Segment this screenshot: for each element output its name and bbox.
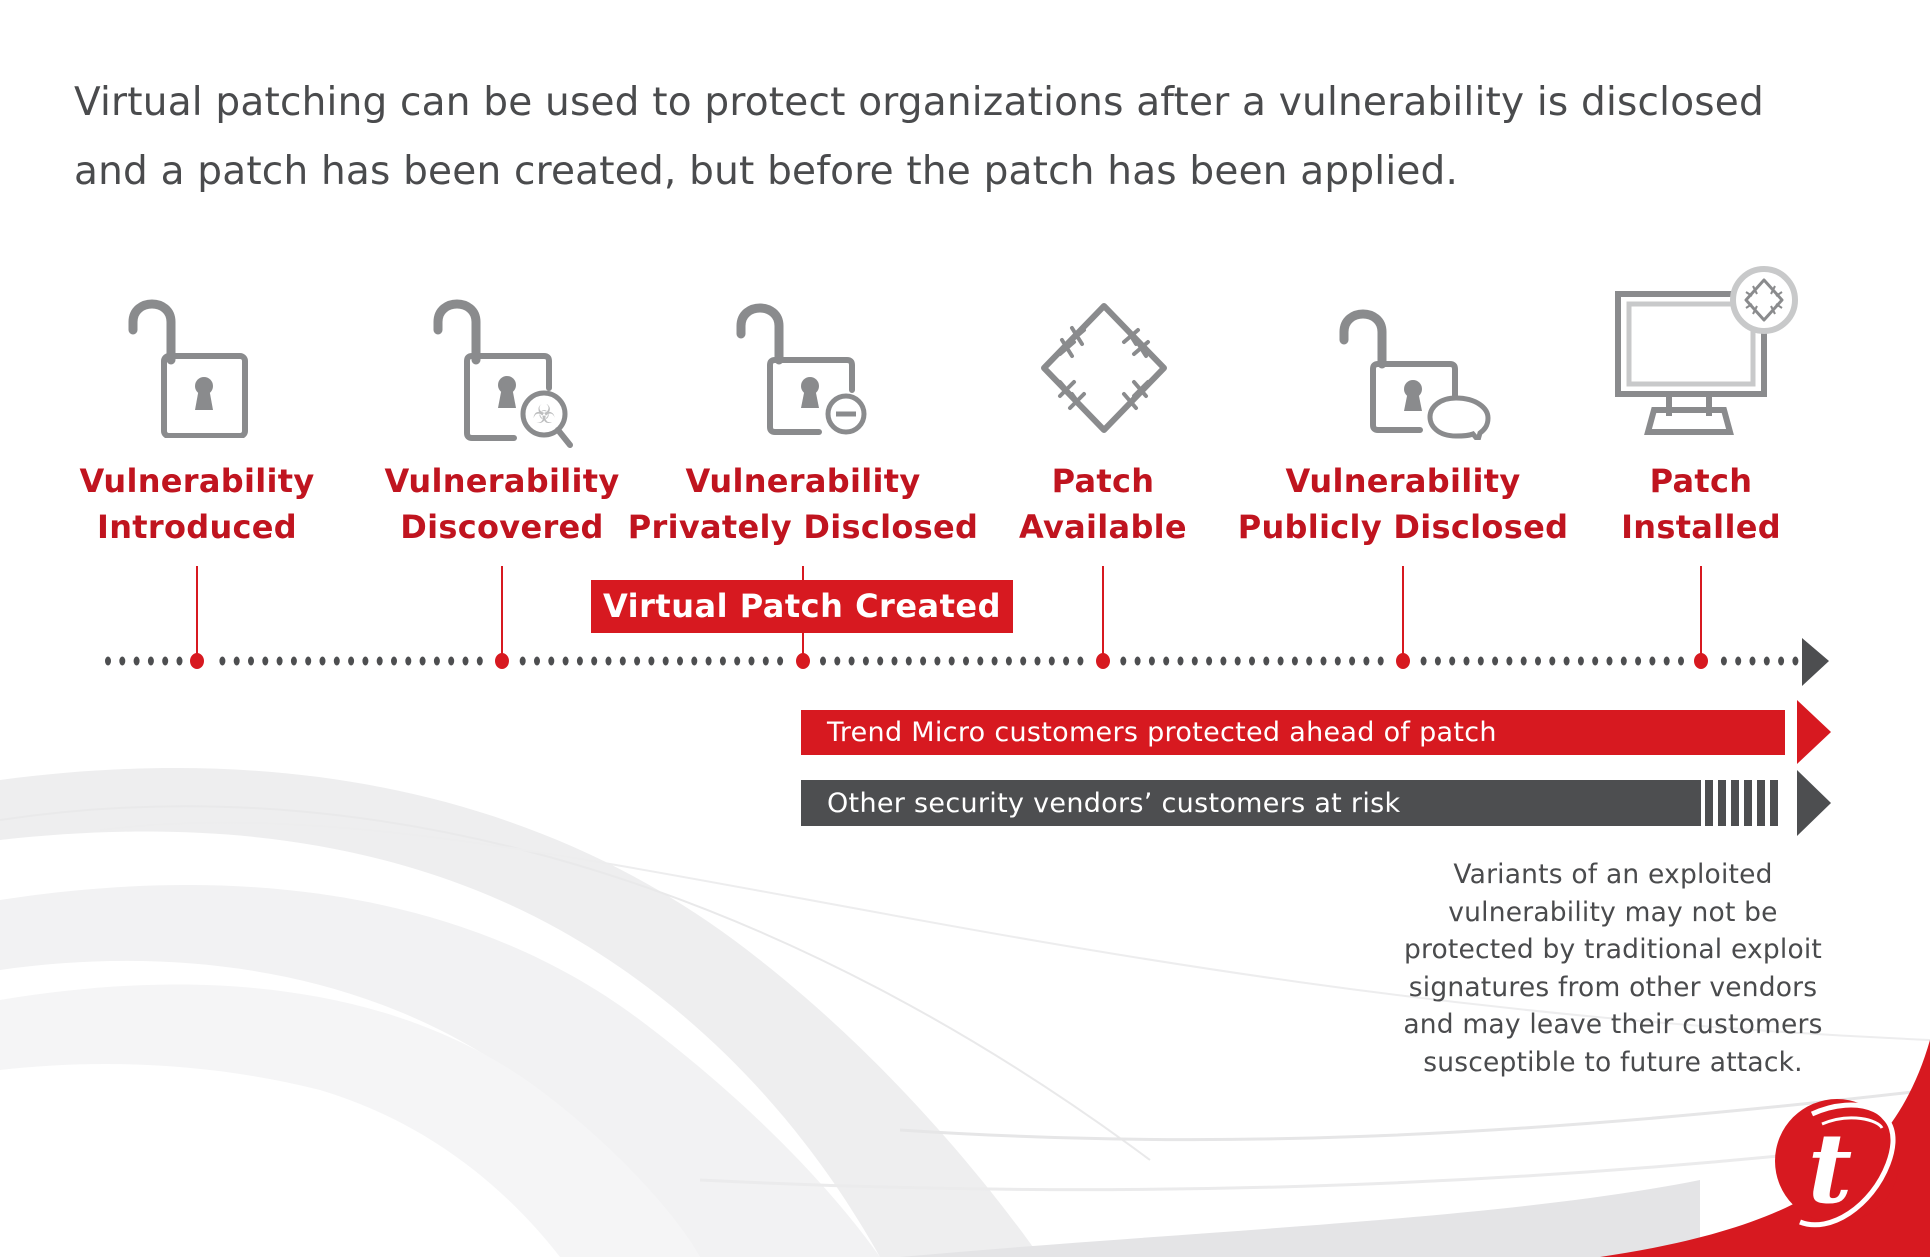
milestone-stem bbox=[1102, 566, 1104, 661]
milestone-stem bbox=[1700, 566, 1702, 661]
variants-note: Variants of an exploited vulnerability m… bbox=[1378, 856, 1848, 1081]
note-line: Variants of an exploited bbox=[1453, 859, 1773, 890]
virtual-patch-created-badge: Virtual Patch Created bbox=[591, 580, 1013, 633]
milestone-label-patch-installed: Patch Installed bbox=[1521, 458, 1881, 550]
monitor-patch-icon bbox=[1615, 266, 1798, 435]
svg-text:t: t bbox=[1808, 1112, 1852, 1225]
padlock-minus-icon bbox=[736, 303, 867, 435]
milestone-stem bbox=[1402, 566, 1404, 661]
note-line: protected by traditional exploit bbox=[1403, 934, 1823, 965]
intro-heading: Virtual patching can be used to protect … bbox=[74, 68, 1854, 206]
note-line: signatures from other vendors bbox=[1408, 971, 1818, 1003]
milestone-stem bbox=[501, 566, 503, 661]
padlock-speech-bubble-icon bbox=[1339, 309, 1491, 440]
milestone-label-line: Installed bbox=[1621, 508, 1781, 546]
svg-text:☣: ☣ bbox=[532, 400, 555, 430]
unlocked-padlock-icon bbox=[128, 299, 248, 438]
trend-micro-logo: t bbox=[1775, 1099, 1899, 1228]
padlock-biohazard-magnifier-icon: ☣ bbox=[433, 299, 573, 448]
note-line: vulnerability may not be bbox=[1448, 896, 1778, 928]
intro-heading-line: and a patch has been created, but before… bbox=[74, 149, 1459, 194]
milestone-label-line: Patch bbox=[1649, 462, 1753, 500]
milestone-stem bbox=[196, 566, 198, 661]
note-line: susceptible to future attack. bbox=[1423, 1046, 1803, 1078]
patch-bandage-icon bbox=[1041, 303, 1167, 433]
note-line: and may leave their customers bbox=[1403, 1009, 1823, 1040]
others-at-risk-label: Other security vendors’ customers at ris… bbox=[827, 788, 1401, 819]
intro-heading-line: Virtual patching can be used to protect … bbox=[74, 80, 1764, 125]
trend-protected-label: Trend Micro customers protected ahead of… bbox=[827, 717, 1497, 748]
